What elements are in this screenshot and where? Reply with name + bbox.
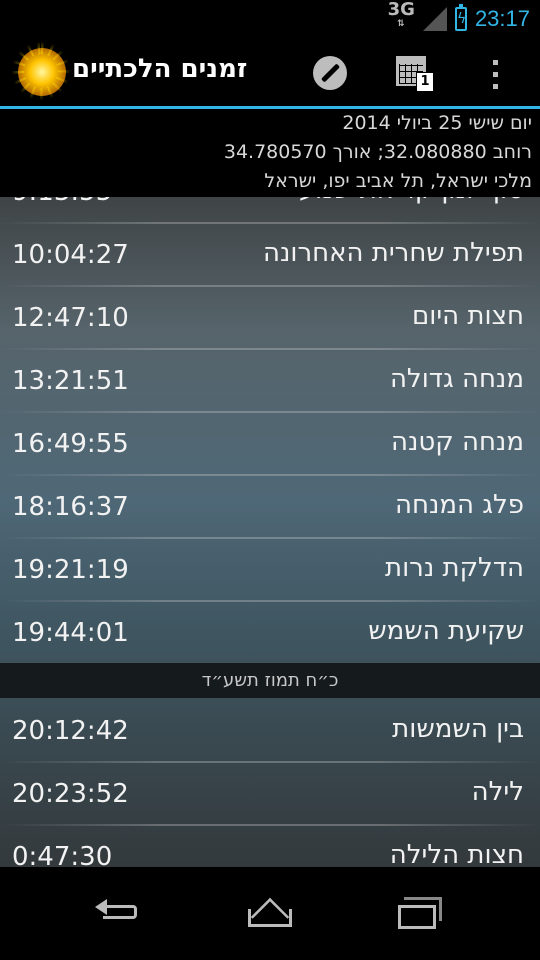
- status-bar: 3G ⇅ ϟ 23:17: [0, 0, 540, 38]
- list-item[interactable]: סוף זמן קריאת שמע 9:13:55: [0, 197, 540, 222]
- zman-label: חצות היום: [412, 301, 524, 331]
- compass-icon[interactable]: [313, 56, 347, 90]
- divider: [0, 222, 540, 224]
- zmanim-list[interactable]: סוף זמן קריאת שמע 9:13:55 תפילת שחרית הא…: [0, 197, 540, 867]
- divider: [0, 285, 540, 287]
- divider: [0, 824, 540, 826]
- zman-label: פלג המנחה: [394, 490, 524, 520]
- gregorian-date: יום שישי 25 ביולי 2014: [342, 112, 532, 134]
- zman-time: 13:21:51: [12, 366, 129, 396]
- list-item[interactable]: חצות הלילה 0:47:30: [0, 824, 540, 867]
- list-item[interactable]: הדלקת נרות 19:21:19: [0, 537, 540, 600]
- zman-time: 20:23:52: [12, 779, 129, 809]
- zman-label: תפילת שחרית האחרונה: [262, 238, 524, 268]
- list-item[interactable]: פלג המנחה 18:16:37: [0, 474, 540, 537]
- divider: [0, 348, 540, 350]
- zman-time: 12:47:10: [12, 303, 129, 333]
- recent-apps-icon[interactable]: [398, 895, 444, 931]
- divider: [0, 474, 540, 476]
- divider: [0, 600, 540, 602]
- zman-label: הדלקת נרות: [384, 553, 524, 583]
- zman-label: חצות הלילה: [389, 840, 524, 867]
- list-item[interactable]: שקיעת השמש 19:44:01: [0, 600, 540, 663]
- list-item[interactable]: מנחה גדולה 13:21:51: [0, 348, 540, 411]
- zman-time: 19:44:01: [12, 618, 129, 648]
- zman-label: שקיעת השמש: [368, 616, 524, 646]
- zman-label: מנחה קטנה: [390, 427, 524, 457]
- zman-time: 19:21:19: [12, 555, 129, 585]
- divider: [0, 537, 540, 539]
- calendar-icon[interactable]: 1: [396, 52, 434, 92]
- zman-time: 20:12:42: [12, 716, 129, 746]
- list-item[interactable]: לילה 20:23:52: [0, 761, 540, 824]
- network-type-indicator: 3G ⇅: [387, 0, 415, 30]
- zman-time: 16:49:55: [12, 429, 129, 459]
- navigation-bar: [0, 867, 540, 960]
- zman-label: מנחה גדולה: [389, 364, 524, 394]
- back-icon[interactable]: [95, 897, 143, 927]
- zman-time: 18:16:37: [12, 492, 129, 522]
- list-item[interactable]: בין השמשות 20:12:42: [0, 698, 540, 761]
- zman-time: 10:04:27: [12, 240, 129, 270]
- coordinates: רוחב 32.080880; אורך 34.780570: [223, 141, 532, 163]
- zman-label: לילה: [471, 777, 524, 807]
- divider: [0, 411, 540, 413]
- action-bar: זמנים הלכתיים 1: [0, 38, 540, 109]
- zman-time: 9:13:55: [12, 197, 112, 207]
- zman-label: סוף זמן קריאת שמע: [299, 197, 524, 205]
- signal-icon: [422, 7, 447, 31]
- calendar-badge: 1: [416, 72, 434, 92]
- home-icon[interactable]: [248, 895, 292, 929]
- sun-logo-icon[interactable]: [18, 48, 66, 96]
- divider: [0, 761, 540, 763]
- battery-icon: ϟ: [454, 4, 467, 31]
- list-item[interactable]: חצות היום 12:47:10: [0, 285, 540, 348]
- status-clock: 23:17: [474, 6, 530, 31]
- overflow-menu-icon[interactable]: [492, 60, 500, 90]
- hebrew-date-separator: כ״ח תמוז תשע״ד: [0, 663, 540, 698]
- location-name: מלכי ישראל, תל אביב יפו, ישראל: [264, 170, 532, 192]
- location-info-header: יום שישי 25 ביולי 2014 רוחב 32.080880; א…: [0, 109, 540, 197]
- zman-label: בין השמשות: [392, 714, 524, 744]
- zman-time: 0:47:30: [12, 842, 113, 867]
- list-item[interactable]: מנחה קטנה 16:49:55: [0, 411, 540, 474]
- app-title: זמנים הלכתיים: [72, 54, 248, 84]
- list-item[interactable]: תפילת שחרית האחרונה 10:04:27: [0, 222, 540, 285]
